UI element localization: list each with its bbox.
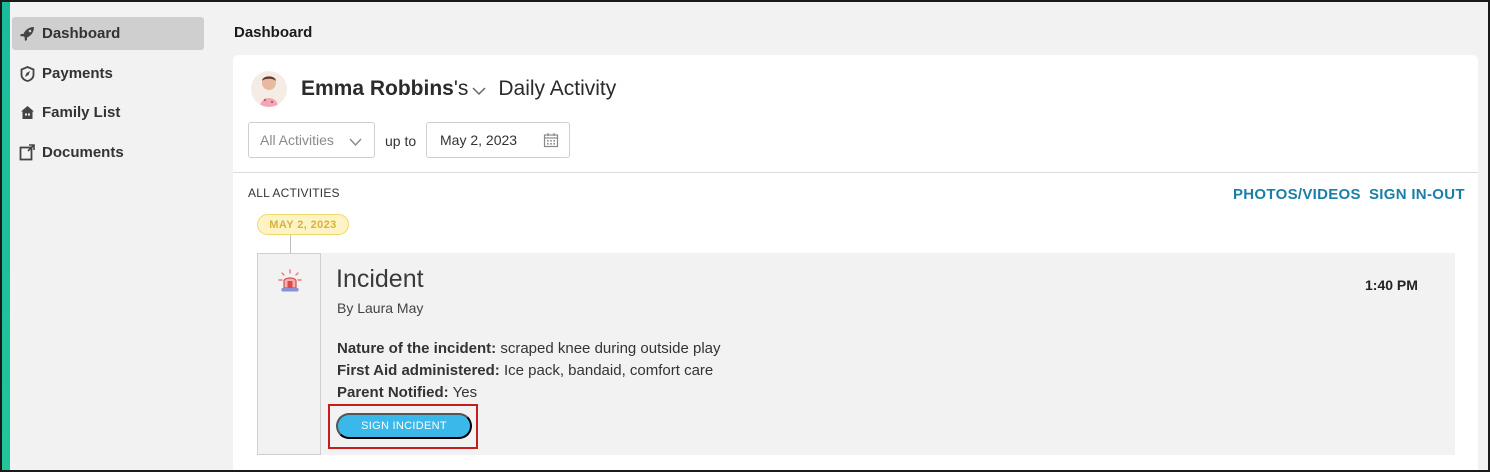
daily-activity-title: Daily Activity (498, 76, 617, 100)
date-value: May 2, 2023 (440, 132, 518, 148)
sidebar-item-label: Family List (42, 104, 121, 121)
compass-badge-icon (12, 65, 42, 82)
incident-detail-first-aid: First Aid administered: Ice pack, bandai… (337, 362, 713, 379)
incident-detail-parent-notified: Parent Notified: Yes (337, 384, 477, 401)
sidebar-item-documents[interactable]: Documents (12, 136, 204, 169)
sidebar-accent-bar (2, 2, 10, 470)
sidebar-item-dashboard[interactable]: Dashboard (12, 17, 204, 50)
child-avatar[interactable] (251, 71, 287, 107)
incident-title: Incident (336, 265, 424, 293)
child-possessive: 's (453, 76, 469, 100)
sidebar-item-payments[interactable]: Payments (12, 57, 204, 90)
incident-icon-column (257, 253, 321, 455)
detail-label: Nature of the incident: (337, 340, 497, 357)
child-name: Emma Robbins (301, 76, 454, 100)
up-to-label: up to (385, 133, 417, 149)
sidebar-item-label: Payments (42, 65, 113, 82)
activity-filter-value: All Activities (260, 132, 334, 148)
date-badge: MAY 2, 2023 (257, 214, 349, 235)
sign-incident-button[interactable]: SIGN INCIDENT (336, 413, 472, 439)
section-label: ALL ACTIVITIES (248, 186, 340, 200)
rocket-icon (12, 26, 42, 42)
sidebar-item-label: Documents (42, 144, 124, 161)
date-picker-input[interactable]: May 2, 2023 (426, 122, 570, 158)
sidebar-item-label: Dashboard (42, 25, 121, 42)
incident-author: By Laura May (337, 300, 424, 316)
incident-time: 1:40 PM (1365, 277, 1418, 293)
photos-videos-link[interactable]: PHOTOS/VIDEOS (1233, 186, 1361, 203)
page-title: Dashboard (234, 24, 313, 41)
sidebar: Dashboard Payments Family List Documents (10, 2, 210, 470)
chevron-down-icon (472, 78, 486, 102)
header-divider (233, 172, 1478, 173)
document-export-icon (12, 144, 42, 161)
child-selector[interactable]: Emma Robbins's Daily Activity (301, 75, 616, 102)
incident-entry: Incident By Laura May 1:40 PM Nature of … (257, 253, 1455, 455)
detail-value: Ice pack, bandaid, comfort care (503, 362, 714, 379)
detail-label: Parent Notified: (337, 384, 449, 401)
daily-activity-card: Emma Robbins's Daily Activity All Activi… (233, 55, 1478, 472)
calendar-icon[interactable] (543, 132, 559, 151)
activity-filter-select[interactable]: All Activities (248, 122, 375, 158)
timeline-connector (290, 235, 291, 253)
sign-in-out-link[interactable]: SIGN IN-OUT (1369, 186, 1465, 203)
detail-value: scraped knee during outside play (500, 340, 721, 357)
detail-label: First Aid administered: (337, 362, 500, 379)
chevron-down-icon (349, 134, 362, 150)
siren-alarm-icon (277, 269, 303, 300)
incident-detail-nature: Nature of the incident: scraped knee dur… (337, 340, 721, 357)
house-icon (12, 105, 42, 120)
sidebar-item-family-list[interactable]: Family List (12, 96, 204, 129)
detail-value: Yes (452, 384, 478, 401)
